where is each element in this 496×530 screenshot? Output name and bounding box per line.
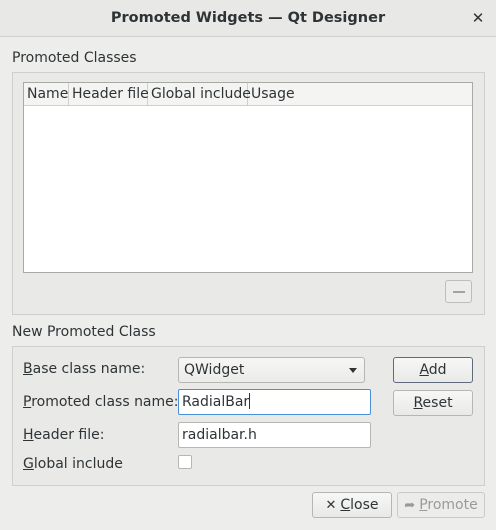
window-title: Promoted Widgets — Qt Designer (110, 10, 386, 26)
promoted-class-value: RadialBar (182, 394, 250, 410)
column-header-usage[interactable]: Usage (248, 83, 472, 105)
column-header-header-file[interactable]: Header file (69, 83, 149, 105)
add-button[interactable]: Add (393, 357, 473, 383)
base-class-combo[interactable]: QWidget (178, 357, 365, 383)
remove-class-button[interactable] (445, 280, 472, 303)
close-icon: ✕ (325, 498, 337, 513)
column-header-name[interactable]: Name (24, 83, 69, 105)
chevron-down-icon (349, 368, 357, 373)
global-include-label: Global include (23, 456, 123, 472)
promoted-classes-title: Promoted Classes (12, 50, 137, 66)
promoted-class-label: Promoted class name: (23, 394, 179, 410)
close-button[interactable]: ✕ Close (312, 492, 392, 518)
promoted-classes-table[interactable]: Name Header file Global include Usage (23, 82, 473, 273)
text-caret (249, 393, 251, 409)
promote-button[interactable]: ➦ Promote (397, 492, 485, 518)
global-include-checkbox[interactable] (178, 455, 192, 469)
table-header: Name Header file Global include Usage (24, 83, 472, 106)
header-file-input[interactable]: radialbar.h (178, 422, 371, 448)
window-close-icon[interactable]: ✕ (468, 8, 488, 28)
base-class-value: QWidget (184, 362, 245, 378)
promoted-class-input[interactable]: RadialBar (178, 389, 371, 415)
column-header-global-include[interactable]: Global include (148, 83, 251, 105)
header-file-label: Header file: (23, 427, 105, 443)
reset-button[interactable]: Reset (393, 390, 473, 416)
minus-icon (453, 291, 465, 293)
new-promoted-class-title: New Promoted Class (12, 324, 156, 340)
base-class-label: Base class name: (23, 361, 146, 377)
promote-icon: ➦ (404, 498, 416, 513)
header-file-value: radialbar.h (182, 427, 257, 443)
